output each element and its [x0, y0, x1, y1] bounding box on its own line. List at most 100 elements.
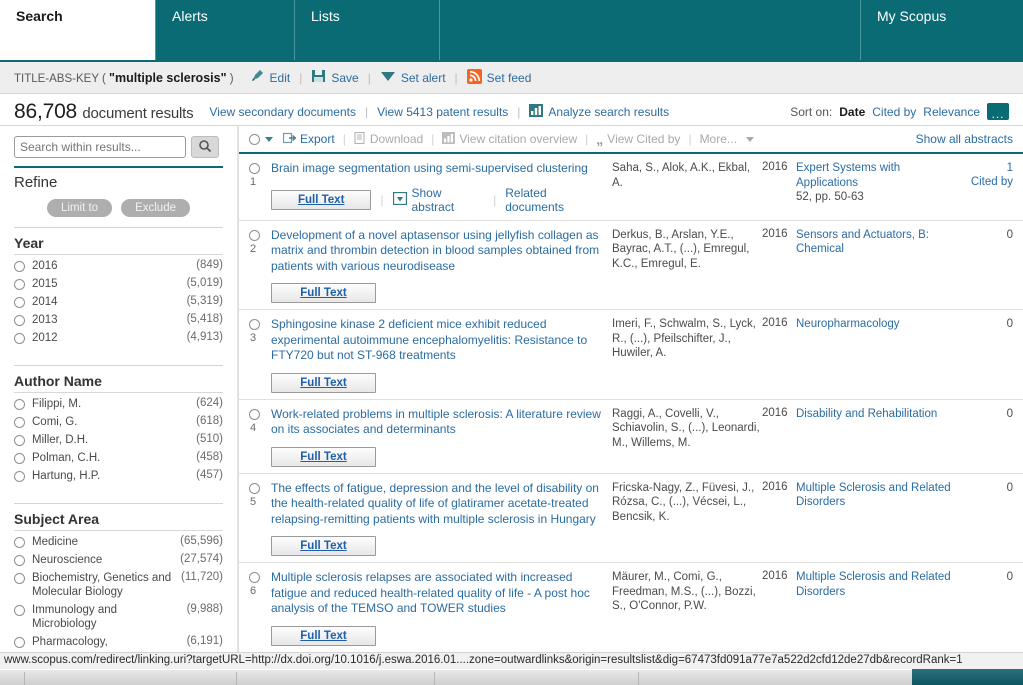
- facet-checkbox[interactable]: [14, 279, 25, 290]
- cited-by-label[interactable]: Cited by: [951, 175, 1013, 189]
- taskbar-buttons-area[interactable]: [0, 669, 912, 685]
- facet-item[interactable]: Pharmacology, (6,191): [14, 633, 223, 651]
- view-cited-by-button[interactable]: „ View Cited by: [596, 132, 680, 146]
- more-menu-button[interactable]: More...: [700, 132, 754, 146]
- separator: |: [380, 192, 384, 207]
- limit-to-button[interactable]: Limit to: [47, 199, 113, 217]
- source-title-link[interactable]: Neuropharmacology: [796, 318, 900, 330]
- view-secondary-documents-link[interactable]: View secondary documents: [209, 105, 356, 119]
- document-title-link[interactable]: Multiple sclerosis relapses are associat…: [271, 570, 604, 617]
- authors-link[interactable]: Raggi, A., Covelli, V., Schiavolin, S., …: [612, 407, 762, 467]
- show-all-abstracts-link[interactable]: Show all abstracts: [916, 132, 1013, 146]
- row-number: 5: [250, 495, 257, 508]
- save-query-button[interactable]: Save: [311, 69, 359, 86]
- full-text-button[interactable]: Full Text: [271, 283, 376, 303]
- authors-link[interactable]: Imeri, F., Schwalm, S., Lyck, R., (...),…: [612, 317, 762, 393]
- facet-item[interactable]: Comi, G. (618): [14, 413, 223, 431]
- facet-item[interactable]: Filippi, M. (624): [14, 395, 223, 413]
- row-checkbox[interactable]: [249, 163, 260, 174]
- facet-checkbox[interactable]: [14, 435, 25, 446]
- facet-label: Polman, C.H.: [32, 452, 101, 464]
- facet-checkbox[interactable]: [14, 471, 25, 482]
- row-checkbox[interactable]: [249, 482, 260, 494]
- tab-lists[interactable]: Lists: [294, 0, 439, 62]
- source-title-link[interactable]: Expert Systems with Applications: [796, 162, 900, 189]
- edit-query-button[interactable]: Edit: [250, 69, 290, 86]
- facet-checkbox[interactable]: [14, 555, 25, 566]
- facet-item[interactable]: Neuroscience (27,574): [14, 551, 223, 569]
- view-patent-results-link[interactable]: View 5413 patent results: [377, 105, 508, 119]
- facet-checkbox[interactable]: [14, 333, 25, 344]
- set-feed-button[interactable]: Set feed: [466, 68, 531, 87]
- tab-search[interactable]: Search: [0, 0, 155, 62]
- full-text-button[interactable]: Full Text: [271, 372, 376, 393]
- sort-option-date[interactable]: Date: [839, 105, 865, 119]
- query-actions: Edit | Save | Set alert | Set feed: [250, 68, 531, 87]
- full-text-button[interactable]: Full Text: [271, 189, 372, 210]
- document-title-link[interactable]: Development of a novel aptasensor using …: [271, 228, 604, 275]
- set-alert-button[interactable]: Set alert: [380, 69, 446, 86]
- facet-item[interactable]: 2016 (849): [14, 257, 223, 275]
- authors-link[interactable]: Fricska-Nagy, Z., Füvesi, J., Rózsa, C.,…: [612, 481, 762, 557]
- row-checkbox[interactable]: [249, 319, 260, 330]
- related-documents-link[interactable]: Related documents: [505, 186, 604, 214]
- document-title-link[interactable]: The effects of fatigue, depression and t…: [271, 481, 604, 528]
- authors-link[interactable]: Mäurer, M., Comi, G., Freedman, M.S., (.…: [612, 570, 762, 646]
- facet-item[interactable]: Polman, C.H. (458): [14, 449, 223, 467]
- facet-item[interactable]: Biochemistry, Genetics and Molecular Bio…: [14, 569, 223, 601]
- facet-item[interactable]: Immunology and Microbiology (9,988): [14, 601, 223, 633]
- facet-checkbox[interactable]: [14, 399, 25, 410]
- facet-item[interactable]: Medicine (65,596): [14, 533, 223, 551]
- os-taskbar: [0, 669, 1023, 685]
- document-title-link[interactable]: Work-related problems in multiple sclero…: [271, 407, 604, 438]
- row-checkbox[interactable]: [249, 229, 260, 241]
- facet-checkbox[interactable]: [14, 537, 25, 548]
- facet-item[interactable]: 2012 (4,913): [14, 329, 223, 347]
- document-title-link[interactable]: Sphingosine kinase 2 deficient mice exhi…: [271, 317, 604, 364]
- facet-item[interactable]: 2015 (5,019): [14, 275, 223, 293]
- facet-checkbox[interactable]: [14, 637, 25, 648]
- facet-item[interactable]: Hartung, H.P. (457): [14, 467, 223, 485]
- analyze-search-results-link[interactable]: Analyze search results: [548, 105, 669, 119]
- facet-item[interactable]: 2014 (5,319): [14, 293, 223, 311]
- exclude-button[interactable]: Exclude: [121, 199, 190, 217]
- facet-checkbox[interactable]: [14, 297, 25, 308]
- source-title-link[interactable]: Multiple Sclerosis and Related Disorders: [796, 571, 951, 598]
- cited-by-count[interactable]: 1: [951, 161, 1013, 175]
- tab-alerts[interactable]: Alerts: [155, 0, 294, 62]
- facet-checkbox[interactable]: [14, 261, 25, 272]
- facet-checkbox[interactable]: [14, 315, 25, 326]
- facet-checkbox[interactable]: [14, 605, 25, 616]
- search-within-input[interactable]: [14, 136, 186, 158]
- sort-option-relevance[interactable]: Relevance: [923, 105, 980, 119]
- row-checkbox[interactable]: [249, 408, 260, 420]
- document-title-link[interactable]: Brain image segmentation using semi-supe…: [271, 161, 604, 177]
- authors-link[interactable]: Saha, S., Alok, A.K., Ekbal, A.: [612, 161, 762, 214]
- search-within-submit-button[interactable]: [191, 136, 219, 158]
- facet-checkbox[interactable]: [14, 453, 25, 464]
- row-main: Development of a novel aptasensor using …: [271, 228, 612, 303]
- view-citation-overview-button[interactable]: View citation overview: [442, 131, 577, 147]
- row-checkbox[interactable]: [249, 572, 260, 583]
- tab-my-scopus[interactable]: My Scopus: [860, 0, 1023, 62]
- select-all-checkbox[interactable]: [249, 133, 260, 145]
- download-button[interactable]: Download: [354, 131, 423, 147]
- facet-item[interactable]: Miller, D.H. (510): [14, 431, 223, 449]
- row-select: 1: [249, 161, 271, 214]
- full-text-button[interactable]: Full Text: [271, 536, 376, 556]
- result-count-label: document results: [82, 104, 194, 122]
- facet-checkbox[interactable]: [14, 417, 25, 428]
- chevron-down-icon[interactable]: [265, 136, 273, 142]
- more-sort-options-button[interactable]: ...: [987, 103, 1009, 120]
- sort-option-cited-by[interactable]: Cited by: [872, 105, 916, 119]
- authors-link[interactable]: Derkus, B., Arslan, Y.E., Bayrac, A.T., …: [612, 228, 762, 304]
- source-title-link[interactable]: Multiple Sclerosis and Related Disorders: [796, 482, 951, 509]
- full-text-button[interactable]: Full Text: [271, 625, 376, 646]
- source-title-link[interactable]: Sensors and Actuators, B: Chemical: [796, 229, 929, 256]
- facet-checkbox[interactable]: [14, 573, 25, 584]
- export-button[interactable]: Export: [282, 132, 335, 147]
- source-title-link[interactable]: Disability and Rehabilitation: [796, 408, 937, 420]
- full-text-button[interactable]: Full Text: [271, 446, 376, 467]
- facet-item[interactable]: 2013 (5,418): [14, 311, 223, 329]
- show-abstract-link[interactable]: Show abstract: [412, 186, 485, 214]
